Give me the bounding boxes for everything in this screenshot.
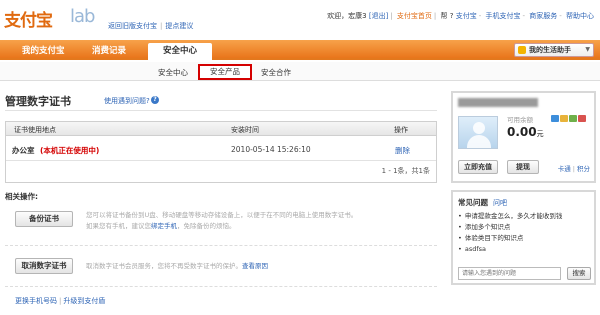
table-header: 证书使用地点 安装时间 操作 [6,122,436,136]
upgrade-alipay-shield-link[interactable]: 升级到支付盾 [63,297,105,305]
cell-install-time: 2010-05-14 15:26:10 [231,145,311,154]
life-helper-button[interactable]: 我的生活助手 ▼ [514,43,594,57]
help-center-link[interactable]: 帮助中心 [566,12,594,20]
backup-desc-line1: 您可以将证书备份到U盘、移动硬盘等移动存储设备上，以便于在不同的电脑上使用数字证… [86,211,358,219]
subtab-security-products[interactable]: 安全产品 [198,64,252,80]
avatar-head [473,122,485,134]
merchant-service-link[interactable]: 商家服务 [529,12,557,20]
balance-amount: 0.00元 [507,125,544,139]
faq-search-input[interactable] [458,267,561,280]
balance-unit: 元 [536,130,544,138]
faq-title: 常见问题 [458,198,488,207]
column-header-action: 操作 [394,126,408,134]
username: 宏康3 [348,12,367,20]
pagination-info: 1 - 1条，共1条 [381,167,430,175]
table-row: 办公室 (本机正在使用中) 2010-05-14 15:26:10 删除 [6,137,436,161]
subtab-security-cooperation[interactable]: 安全合作 [261,67,291,78]
alipay-logo[interactable]: 支付宝 [4,6,68,32]
faq-panel: 常见问题问吧 申请提款金怎么，多久才能收到钱 添加多个知识点 体验类目下的知识点… [451,190,596,285]
cancel-desc-text: 取消数字证书会员服务，您将不再受数字证书的保护。 [86,262,242,270]
certificate-table: 证书使用地点 安装时间 操作 办公室 (本机正在使用中) 2010-05-14 … [5,121,437,183]
related-operations-title: 相关操作: [5,192,38,201]
tab-consumption-records[interactable]: 消费记录 [92,44,126,56]
divider [5,286,437,287]
subtab-security-center[interactable]: 安全中心 [158,67,188,78]
alipay-link[interactable]: 支付宝 [456,12,477,20]
backup-desc-text-end: ，免除备份的烦恼。 [177,222,236,230]
avatar-body [467,135,491,148]
tab-my-alipay[interactable]: 我的支付宝 [22,44,65,56]
life-helper-label: 我的生活助手 [529,46,571,54]
back-to-old-version-link[interactable]: 返回旧版支付宝 [108,22,157,30]
balance-label: 可用余额 [507,116,533,124]
phone-icon[interactable] [560,115,568,122]
lab-logo: lab [70,6,95,27]
account-panel: 可用余额 0.00元 立即充值 提现 卡通 | 积分 [451,91,596,183]
withdraw-button[interactable]: 提现 [507,160,539,174]
certificate-icon[interactable] [551,115,559,122]
avatar[interactable] [458,116,498,149]
cell-status: (本机正在使用中) [40,146,100,155]
help-short-link[interactable]: 帮 ? [441,12,454,20]
chevron-down-icon: ▼ [585,46,590,53]
question-icon[interactable]: ? [151,96,159,104]
faq-item[interactable]: 体验类目下的知识点 [458,233,562,244]
faq-search-button[interactable]: 搜索 [567,267,591,280]
faq-item[interactable]: 申请提款金怎么，多久才能收到钱 [458,211,563,222]
welcome-text: 欢迎， [327,12,349,20]
column-header-install-time: 安装时间 [231,126,259,134]
main-nav: 我的支付宝 消费记录 安全中心 我的生活助手 ▼ [0,40,600,62]
bag-icon [518,46,526,54]
suggestion-link[interactable]: 提点建议 [165,22,193,30]
ask-bar-link[interactable]: 问吧 [493,199,507,207]
backup-certificate-button[interactable]: 备份证书 [15,211,73,227]
tab-security-center[interactable]: 安全中心 [148,43,212,62]
top-left-links: 返回旧版支付宝 | 提点建议 [108,22,194,30]
bottom-links: 更换手机号码 | 升级到支付盾 [15,297,106,305]
change-phone-link[interactable]: 更换手机号码 [15,297,57,305]
cancel-description: 取消数字证书会员服务，您将不再受数字证书的保护。查看原因 [86,261,268,272]
account-links: 卡通 | 积分 [557,165,590,173]
alipay-home-link[interactable]: 支付宝首页 [397,12,432,20]
lock-icon[interactable] [578,115,586,122]
view-reason-link[interactable]: 查看原因 [242,262,268,270]
page-title: 管理数字证书 [5,95,71,108]
points-link[interactable]: 积分 [577,165,590,173]
faq-item[interactable]: asdfsa [458,244,562,255]
column-header-location: 证书使用地点 [14,126,56,134]
logo-text: 支付宝 [4,11,53,31]
help-link[interactable]: 使用遇到问题? [104,96,150,106]
delete-link[interactable]: 删除 [395,145,410,156]
email-icon[interactable] [569,115,577,122]
faq-list: 申请提款金怎么，多久才能收到钱 添加多个知识点 体验类目下的知识点 asdfsa [458,211,563,255]
balance-value: 0.00 [507,125,537,139]
sub-nav: 安全中心 安全产品 安全合作 [0,62,600,81]
bind-phone-link[interactable]: 绑定手机 [151,222,177,230]
cancel-certificate-button[interactable]: 取消数字证书 [15,258,73,274]
backup-description: 您可以将证书备份到U盘、移动硬盘等移动存储设备上，以便于在不同的电脑上使用数字证… [86,210,357,232]
divider [5,245,437,246]
logout-link[interactable]: [退出] [369,12,388,20]
backup-desc-line2: 如果您有手机，建议您绑定手机，免除备份的烦恼。 [86,221,357,232]
backup-desc-text: 如果您有手机，建议您 [86,222,151,230]
account-name-redacted [458,98,538,107]
status-icons [551,115,587,124]
faq-item[interactable]: 添加多个知识点 [458,222,562,233]
recharge-button[interactable]: 立即充值 [458,160,498,174]
cell-location: 办公室 [12,146,35,155]
faq-header: 常见问题 问吧 [458,197,507,208]
mobile-alipay-link[interactable]: 手机支付宝 [485,12,520,20]
top-right-links: 欢迎，宏康3 [退出] | 支付宝首页 | 帮 ? 支付宝 - 手机支付宝 - 商家服务… [327,12,594,20]
card-link[interactable]: 卡通 [558,165,571,173]
divider [5,110,437,111]
